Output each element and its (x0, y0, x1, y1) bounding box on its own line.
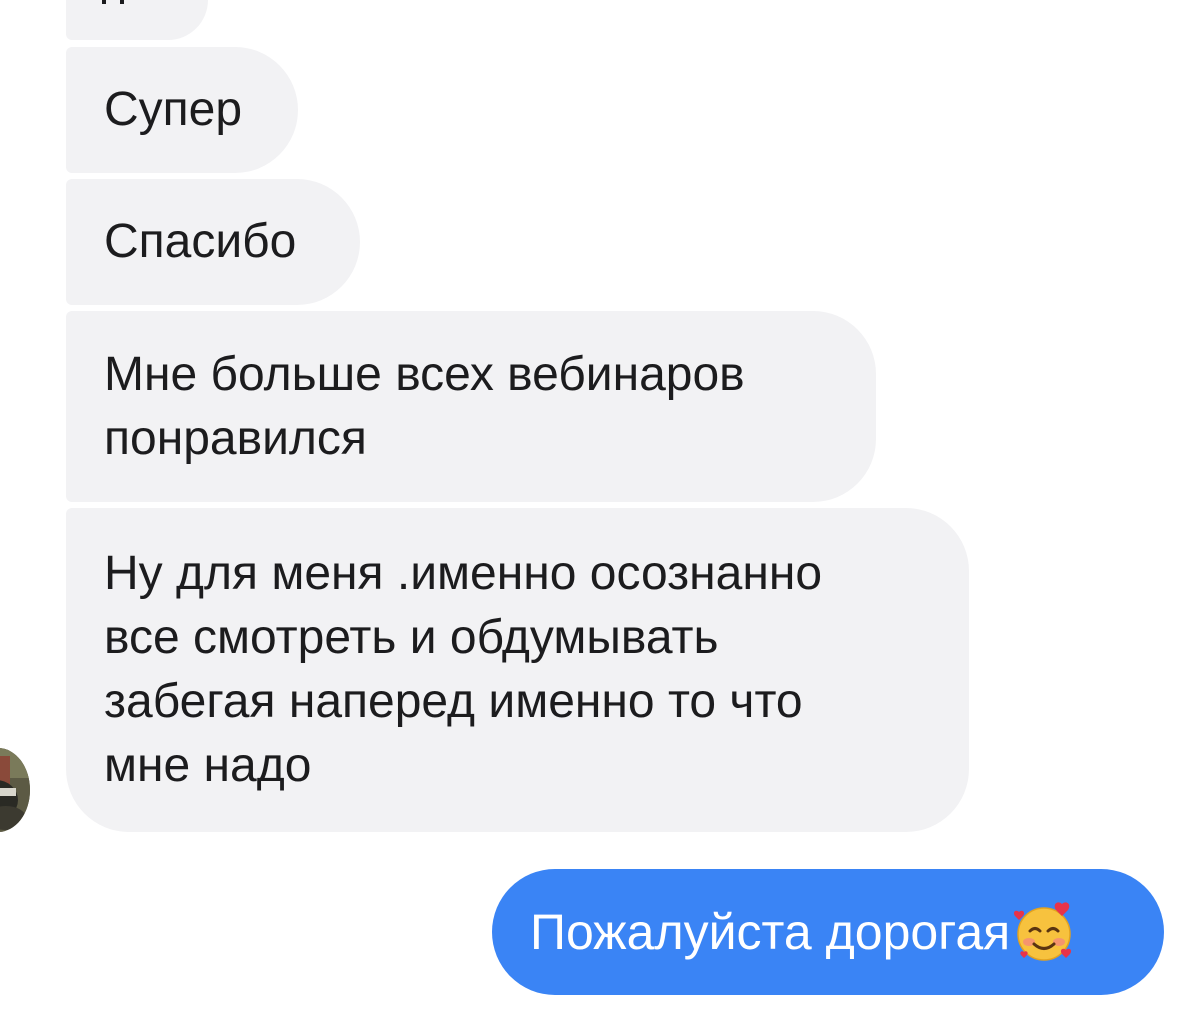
partial-message-glyph (102, 0, 124, 4)
message-bubble-incoming[interactable]: Спасибо (66, 179, 360, 305)
smiling-face-with-hearts-icon (1012, 900, 1076, 964)
message-bubble-incoming[interactable]: Мне больше всех вебинаров понравился (66, 311, 876, 502)
message-text: Спасибо (104, 215, 297, 268)
message-bubble-incoming[interactable]: Супер (66, 47, 298, 173)
message-text: Супер (104, 83, 243, 136)
avatar-image (0, 748, 30, 832)
message-text: Мне больше всех вебинаров понравился (104, 347, 745, 465)
contact-avatar[interactable] (0, 748, 30, 832)
message-text: Пожалуйста дорогая (530, 904, 1011, 960)
message-bubble-outgoing[interactable]: Пожалуйста дорогая (492, 869, 1164, 995)
message-text: Ну для меня .именно осознанно все смотре… (104, 547, 823, 792)
message-bubble-partial[interactable] (66, 0, 208, 40)
message-bubble-incoming[interactable]: Ну для меня .именно осознанно все смотре… (66, 508, 969, 832)
